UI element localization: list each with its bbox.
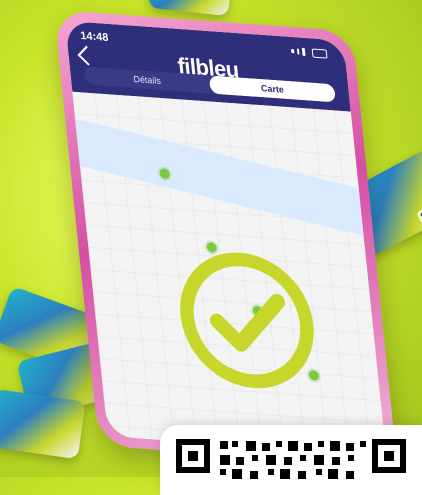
river-shape xyxy=(64,115,387,249)
signal-icon xyxy=(302,47,306,57)
floating-card xyxy=(148,0,232,17)
map-view[interactable] xyxy=(64,91,387,456)
battery-icon xyxy=(311,47,328,59)
tab-map[interactable]: Carte xyxy=(208,75,337,103)
status-icons xyxy=(291,46,328,59)
phone-screen: 14:48 filbleu Détails Carte xyxy=(64,20,387,456)
back-icon[interactable] xyxy=(77,45,98,66)
signal-icon xyxy=(296,48,300,55)
signal-icon xyxy=(291,49,295,54)
status-time: 14:48 xyxy=(79,29,109,45)
success-check-icon xyxy=(165,239,330,402)
card-brand-label: filbleu xyxy=(415,197,422,224)
floating-card xyxy=(0,388,86,460)
scene: filbleu 14:48 filbleu Détails Carte xyxy=(0,0,422,495)
phone: 14:48 filbleu Détails Carte xyxy=(54,10,398,467)
qr-code-icon xyxy=(176,439,406,483)
qr-code-card xyxy=(160,425,422,495)
